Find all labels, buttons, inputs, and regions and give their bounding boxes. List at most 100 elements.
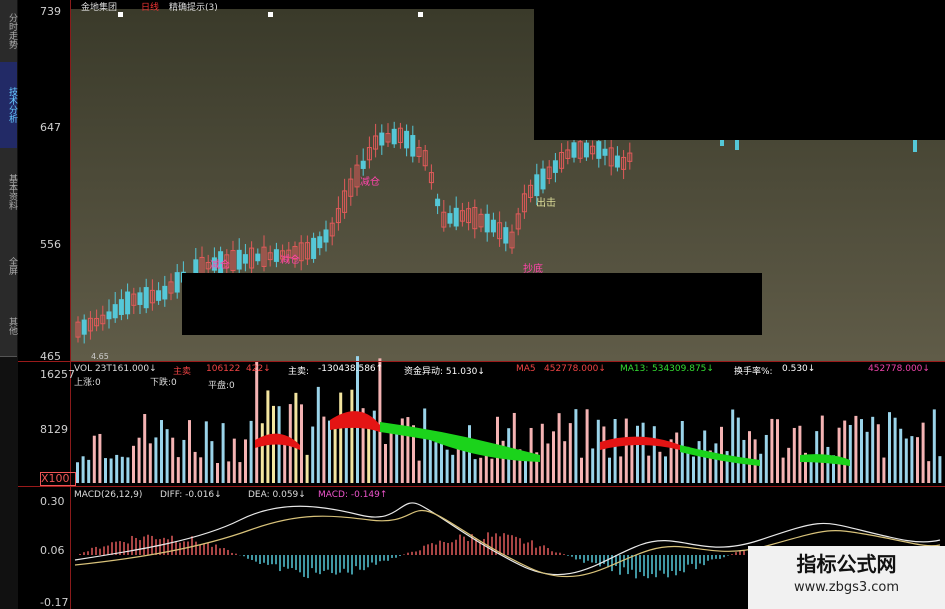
volume-bar (417, 460, 421, 483)
volume-bar (260, 423, 264, 483)
volume-bar (512, 412, 516, 483)
volume-bar (568, 423, 572, 483)
volume-bar (143, 414, 147, 483)
volume-bar (882, 457, 886, 483)
candle-body (125, 291, 131, 315)
volume-bar (473, 459, 477, 483)
volume-bar (109, 458, 113, 483)
volume-bar (736, 417, 740, 483)
candle-body (484, 213, 490, 233)
candle-body (435, 198, 441, 207)
volume-bar (232, 438, 236, 483)
candle-body (106, 311, 112, 320)
volume-bar (748, 431, 751, 483)
volume-bar (451, 454, 455, 483)
volume-bar (764, 434, 768, 483)
volume-bar (154, 437, 158, 483)
volume-bar (787, 447, 791, 483)
volume-bar (613, 419, 617, 483)
volume-bar (367, 426, 371, 483)
ma-band-green (380, 422, 540, 462)
candle-body (404, 130, 410, 149)
volume-bar (328, 420, 331, 483)
volume-bar (585, 409, 589, 483)
flat-count: 平盘:0 (208, 381, 235, 391)
volume-bar (692, 456, 695, 483)
volume-bar (300, 404, 303, 483)
top-marker (418, 12, 423, 17)
ma-band-red (600, 436, 680, 450)
volume-bar (546, 443, 550, 483)
macd-params: MACD(26,12,9) (74, 490, 143, 500)
volume-bar (428, 437, 432, 483)
volume-bar (456, 447, 460, 483)
volume-bar (171, 437, 175, 483)
volume-bar (596, 419, 600, 483)
volume-bar (193, 451, 197, 483)
volume-bar (798, 425, 802, 483)
signal-reduce: 减仓 (280, 255, 300, 266)
volume-bar (316, 386, 320, 483)
volume-bar (227, 461, 231, 483)
volume-bar (820, 415, 824, 483)
candle-body (311, 237, 317, 259)
signal-reduce: 减仓 (360, 177, 380, 188)
candle-body (273, 249, 279, 262)
volume-bar (557, 413, 561, 483)
volume-bar (664, 456, 667, 483)
down-count: 下跌:0 (150, 378, 177, 388)
volume-bar (910, 436, 914, 483)
volume-bar (619, 456, 623, 483)
ma5-value: 452778.000↓ (544, 364, 606, 374)
volume-bar (921, 422, 925, 483)
volume-bar (837, 427, 841, 483)
volume-bar (98, 433, 102, 483)
volume-bar (389, 432, 393, 483)
candle-body (453, 207, 459, 227)
volume-bar (843, 420, 847, 483)
panel-divider (18, 361, 945, 362)
macd-value: MACD: -0.149↑ (318, 490, 388, 500)
volume-bar (860, 419, 863, 483)
candle-body (81, 319, 87, 335)
volume-bar (255, 361, 259, 483)
volume-bar (809, 461, 813, 483)
candle-body (379, 132, 385, 146)
volume-bar (81, 456, 85, 483)
volume-bar (904, 438, 908, 483)
candle-body (490, 219, 496, 233)
ma5-label: MA5 (516, 364, 536, 374)
candle-body (162, 285, 168, 300)
volume-bar (311, 426, 315, 483)
volume-bar (776, 419, 779, 483)
volume-bar (675, 432, 679, 483)
value-label: 106122 (206, 364, 241, 374)
volume-bar (731, 409, 735, 483)
candle-body (242, 254, 248, 264)
candle-body (143, 287, 149, 309)
volume-bar (115, 454, 119, 483)
candle-body (323, 229, 329, 243)
watermark-title: 指标公式网 (796, 552, 897, 576)
volume-bar (759, 453, 763, 483)
volume-bar (165, 429, 169, 483)
volume-bar (893, 417, 897, 483)
diff-value: DIFF: -0.016↓ (160, 490, 222, 500)
volume-bar (888, 412, 891, 483)
candle-body (118, 299, 124, 315)
candle-body (360, 160, 366, 169)
volume-bar (714, 443, 718, 483)
volume-bar (826, 446, 830, 483)
turnover-label: 换手率%: (734, 367, 773, 377)
candle-body (317, 236, 323, 249)
volume-bar (658, 451, 662, 483)
volume-bar (848, 424, 852, 483)
volume-bar (781, 457, 785, 483)
volume-bar (540, 423, 544, 483)
dea-value: DEA: 0.059↓ (248, 490, 306, 500)
turnover-value: 0.530↓ (782, 364, 816, 374)
volume-bar (641, 422, 645, 483)
value-label: 422↓ (246, 364, 271, 374)
volume-bar (238, 462, 242, 483)
extra-value: 452778.000↓ (868, 364, 930, 374)
